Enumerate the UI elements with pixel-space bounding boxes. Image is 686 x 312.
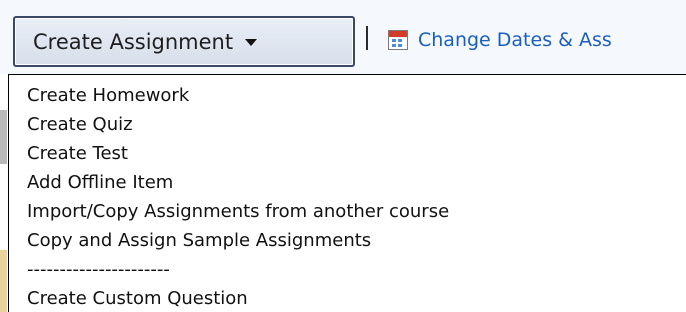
menu-item-import-copy-assignments[interactable]: Import/Copy Assignments from another cou… <box>9 197 686 226</box>
chevron-down-icon <box>245 39 258 46</box>
menu-item-add-offline-item[interactable]: Add Offline Item <box>9 168 686 197</box>
background-block <box>0 250 7 312</box>
calendar-icon <box>388 30 408 50</box>
menu-item-create-quiz[interactable]: Create Quiz <box>9 110 686 139</box>
create-assignment-label: Create Assignment <box>33 29 234 54</box>
background-edge <box>0 74 8 312</box>
change-dates-link[interactable]: Change Dates & Ass <box>388 26 612 54</box>
background-block <box>0 110 7 164</box>
toolbar-separator <box>366 26 368 50</box>
create-assignment-menu: Create Homework Create Quiz Create Test … <box>8 74 686 312</box>
create-assignment-button[interactable]: Create Assignment <box>13 16 355 67</box>
toolbar: Create Assignment Change Dates & Ass <box>0 0 686 74</box>
change-dates-label: Change Dates & Ass <box>418 29 612 51</box>
menu-item-create-custom-question[interactable]: Create Custom Question <box>9 284 686 312</box>
menu-separator: ---------------------- <box>27 259 170 280</box>
assignment-toolbar-area: Create Assignment Change Dates & Ass Cre… <box>0 0 686 312</box>
menu-item-copy-assign-samples[interactable]: Copy and Assign Sample Assignments <box>9 226 686 255</box>
menu-item-create-test[interactable]: Create Test <box>9 139 686 168</box>
menu-item-create-homework[interactable]: Create Homework <box>9 81 686 110</box>
